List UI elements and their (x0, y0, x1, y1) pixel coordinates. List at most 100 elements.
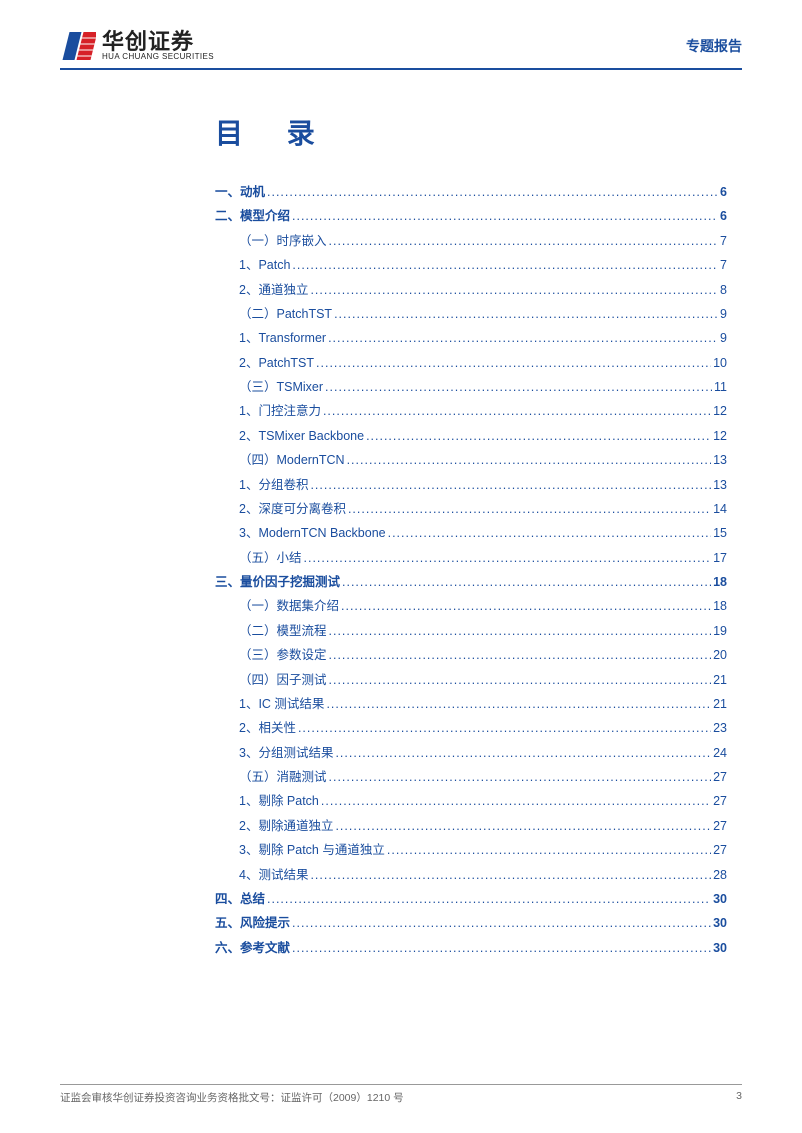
toc-title: 目 录 (215, 112, 742, 152)
toc-entry-page: 15 (713, 521, 727, 545)
toc-leader-dots (335, 741, 711, 765)
toc-entry[interactable]: 1、门控注意力 12 (239, 399, 727, 423)
toc-entry-label: 2、PatchTST (239, 351, 314, 375)
toc-entry-label: （五）小结 (239, 546, 302, 570)
toc-entry[interactable]: 1、剔除 Patch27 (239, 789, 727, 813)
toc-entry-label: （四）ModernTCN (239, 448, 345, 472)
toc-leader-dots (298, 716, 711, 740)
toc-leader-dots (316, 351, 711, 375)
toc-leader-dots (310, 473, 711, 497)
toc-entry-label: 1、Transformer (239, 326, 326, 350)
toc-leader-dots (323, 399, 711, 423)
toc-entry[interactable]: 1、IC 测试结果21 (239, 692, 727, 716)
toc-entry-label: （四）因子测试 (239, 668, 327, 692)
toc-leader-dots (310, 863, 711, 887)
toc-leader-dots (334, 302, 718, 326)
toc-entry-label: 1、门控注意力 (239, 399, 321, 423)
toc-entry[interactable]: 一、动机 6 (215, 180, 727, 204)
toc-entry-page: 6 (720, 180, 727, 204)
toc-entry[interactable]: 3、分组测试结果24 (239, 741, 727, 765)
toc-leader-dots (341, 594, 711, 618)
toc-entry[interactable]: 4、测试结果28 (239, 863, 727, 887)
toc-entry[interactable]: 二、模型介绍 6 (215, 204, 727, 228)
toc-entry-label: 一、动机 (215, 180, 265, 204)
toc-entry-label: 2、相关性 (239, 716, 296, 740)
toc-entry-page: 20 (713, 643, 727, 667)
toc-entry-label: 1、剔除 Patch (239, 789, 319, 813)
toc-entry-page: 10 (713, 351, 727, 375)
toc-leader-dots (292, 936, 711, 960)
toc-entry[interactable]: （一）时序嵌入7 (239, 229, 727, 253)
toc-entry-page: 30 (713, 887, 727, 911)
toc-entry[interactable]: 2、深度可分离卷积 14 (239, 497, 727, 521)
toc-entry-label: 3、分组测试结果 (239, 741, 333, 765)
toc-entry-page: 18 (713, 570, 727, 594)
toc-entry-page: 14 (713, 497, 727, 521)
toc-leader-dots (292, 204, 718, 228)
toc-entry[interactable]: 2、剔除通道独立 27 (239, 814, 727, 838)
toc-leader-dots (342, 570, 711, 594)
toc-entry[interactable]: 五、风险提示 30 (215, 911, 727, 935)
toc-entry-page: 19 (713, 619, 727, 643)
toc-entry[interactable]: 三、量价因子挖掘测试18 (215, 570, 727, 594)
toc-leader-dots (326, 692, 711, 716)
footer-page-number: 3 (736, 1090, 742, 1105)
toc-leader-dots (329, 229, 719, 253)
toc-entry-page: 30 (713, 911, 727, 935)
footer-license: 证监会审核华创证券投资咨询业务资格批文号：证监许可（2009）1210 号 (60, 1090, 404, 1105)
toc-entry[interactable]: 3、剔除 Patch 与通道独立 27 (239, 838, 727, 862)
toc-entry-page: 8 (720, 278, 727, 302)
report-type: 专题报告 (686, 36, 742, 56)
toc-entry[interactable]: 2、通道独立 8 (239, 278, 727, 302)
toc-entry[interactable]: （三）参数设定20 (239, 643, 727, 667)
toc-leader-dots (348, 497, 711, 521)
toc-entry-label: 1、Patch (239, 253, 290, 277)
toc-entry-label: （二）模型流程 (239, 619, 327, 643)
toc-entry-page: 12 (713, 399, 727, 423)
toc-entry-label: 2、剔除通道独立 (239, 814, 333, 838)
toc-entry-label: 五、风险提示 (215, 911, 290, 935)
toc-entry-page: 27 (713, 814, 727, 838)
toc-leader-dots (328, 326, 718, 350)
toc-entry-page: 9 (720, 326, 727, 350)
toc-entry-page: 13 (713, 473, 727, 497)
toc-entry[interactable]: （二）PatchTST9 (239, 302, 727, 326)
logo-text: 华创证券 HUA CHUANG SECURITIES (102, 31, 214, 61)
toc-entry-label: 1、IC 测试结果 (239, 692, 324, 716)
toc-leader-dots (329, 765, 712, 789)
toc-entry[interactable]: 1、Transformer 9 (239, 326, 727, 350)
toc-entry[interactable]: 1、分组卷积13 (239, 473, 727, 497)
toc-entry[interactable]: （一）数据集介绍18 (239, 594, 727, 618)
toc-entry[interactable]: 四、总结 30 (215, 887, 727, 911)
toc-entry[interactable]: 3、ModernTCN Backbone 15 (239, 521, 727, 545)
toc-entry-label: 3、剔除 Patch 与通道独立 (239, 838, 385, 862)
toc-entry[interactable]: （五）小结17 (239, 546, 727, 570)
toc-entry[interactable]: 2、相关性23 (239, 716, 727, 740)
table-of-contents: 一、动机6二、模型介绍6（一）时序嵌入71、Patch72、通道独立8（二）Pa… (215, 180, 727, 960)
toc-leader-dots (267, 180, 718, 204)
toc-entry[interactable]: （三）TSMixer11 (239, 375, 727, 399)
toc-leader-dots (329, 668, 712, 692)
toc-entry-label: （二）PatchTST (239, 302, 332, 326)
toc-entry[interactable]: （五）消融测试27 (239, 765, 727, 789)
toc-entry[interactable]: 六、参考文献30 (215, 936, 727, 960)
toc-leader-dots (347, 448, 712, 472)
toc-entry[interactable]: 1、Patch7 (239, 253, 727, 277)
toc-entry-label: 四、总结 (215, 887, 265, 911)
toc-entry[interactable]: （四）ModernTCN13 (239, 448, 727, 472)
toc-entry[interactable]: 2、TSMixer Backbone12 (239, 424, 727, 448)
toc-entry-label: 2、通道独立 (239, 278, 308, 302)
toc-leader-dots (310, 278, 718, 302)
page-footer: 证监会审核华创证券投资咨询业务资格批文号：证监许可（2009）1210 号 3 (60, 1084, 742, 1105)
toc-entry-label: 2、TSMixer Backbone (239, 424, 364, 448)
toc-entry-label: 3、ModernTCN Backbone (239, 521, 386, 545)
toc-entry[interactable]: 2、PatchTST 10 (239, 351, 727, 375)
toc-entry[interactable]: （四）因子测试21 (239, 668, 727, 692)
toc-entry-label: （五）消融测试 (239, 765, 327, 789)
page-header: 华创证券 HUA CHUANG SECURITIES 专题报告 (60, 30, 742, 70)
toc-entry-label: 2、深度可分离卷积 (239, 497, 346, 521)
toc-entry-page: 6 (720, 204, 727, 228)
toc-entry-page: 27 (713, 838, 727, 862)
toc-entry[interactable]: （二）模型流程 19 (239, 619, 727, 643)
toc-entry-label: 二、模型介绍 (215, 204, 290, 228)
